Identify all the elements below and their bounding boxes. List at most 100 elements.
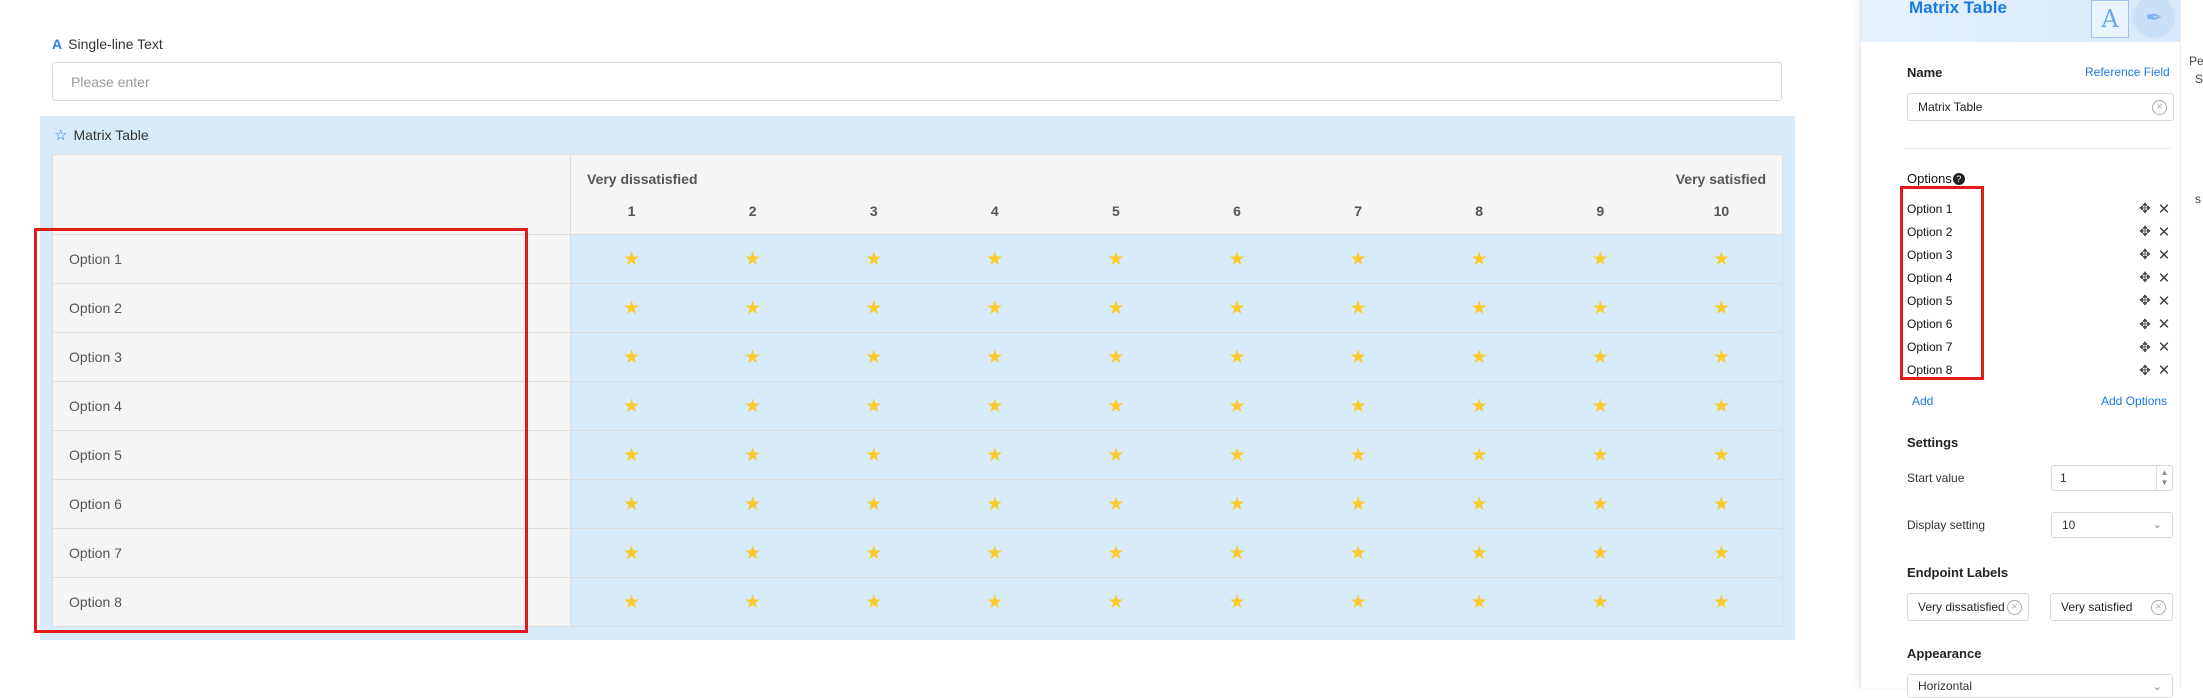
rating-star-icon[interactable]: ★ — [1419, 593, 1540, 612]
rating-star-icon[interactable]: ★ — [1055, 544, 1176, 563]
option-item[interactable]: Option 5 ✥ ✕ — [1907, 289, 2175, 312]
delete-icon[interactable]: ✕ — [2153, 200, 2175, 218]
rating-star-icon[interactable]: ★ — [1176, 544, 1297, 563]
drag-move-icon[interactable]: ✥ — [2137, 223, 2153, 240]
add-option-link[interactable]: Add — [1912, 394, 1933, 408]
rating-star-icon[interactable]: ★ — [571, 593, 692, 612]
delete-icon[interactable]: ✕ — [2153, 269, 2175, 287]
option-item[interactable]: Option 4 ✥ ✕ — [1907, 266, 2175, 289]
rating-star-icon[interactable]: ★ — [1540, 593, 1661, 612]
rating-star-icon[interactable]: ★ — [1176, 250, 1297, 269]
rating-star-icon[interactable]: ★ — [571, 299, 692, 318]
rating-star-icon[interactable]: ★ — [934, 348, 1055, 367]
single-line-text-input[interactable]: Please enter — [52, 62, 1782, 101]
delete-icon[interactable]: ✕ — [2153, 338, 2175, 356]
rating-star-icon[interactable]: ★ — [692, 593, 813, 612]
rating-star-icon[interactable]: ★ — [1419, 495, 1540, 514]
display-setting-select[interactable]: 10 ⌄ — [2051, 512, 2173, 538]
start-value-stepper[interactable]: 1 ▲ ▼ — [2051, 465, 2173, 491]
delete-icon[interactable]: ✕ — [2153, 223, 2175, 241]
endpoint-left-input[interactable]: Very dissatisfied × — [1907, 593, 2029, 621]
rating-star-icon[interactable]: ★ — [934, 250, 1055, 269]
rating-star-icon[interactable]: ★ — [813, 495, 934, 514]
rating-star-icon[interactable]: ★ — [1540, 544, 1661, 563]
rating-star-icon[interactable]: ★ — [571, 495, 692, 514]
drag-move-icon[interactable]: ✥ — [2137, 339, 2153, 356]
rating-star-icon[interactable]: ★ — [813, 250, 934, 269]
rating-star-icon[interactable]: ★ — [1419, 348, 1540, 367]
rating-star-icon[interactable]: ★ — [1540, 495, 1661, 514]
rating-star-icon[interactable]: ★ — [1176, 593, 1297, 612]
rating-star-icon[interactable]: ★ — [934, 446, 1055, 465]
rating-star-icon[interactable]: ★ — [571, 348, 692, 367]
reference-field-link[interactable]: Reference Field — [2085, 65, 2170, 79]
option-item[interactable]: Option 8 ✥ ✕ — [1907, 359, 2175, 382]
rating-star-icon[interactable]: ★ — [1176, 348, 1297, 367]
rating-star-icon[interactable]: ★ — [692, 495, 813, 514]
drag-move-icon[interactable]: ✥ — [2137, 292, 2153, 309]
rating-star-icon[interactable]: ★ — [1419, 544, 1540, 563]
rating-star-icon[interactable]: ★ — [1298, 495, 1419, 514]
rating-star-icon[interactable]: ★ — [1055, 495, 1176, 514]
rating-star-icon[interactable]: ★ — [1298, 250, 1419, 269]
option-item[interactable]: Option 2 ✥ ✕ — [1907, 220, 2175, 243]
rating-star-icon[interactable]: ★ — [692, 397, 813, 416]
delete-icon[interactable]: ✕ — [2153, 292, 2175, 310]
delete-icon[interactable]: ✕ — [2153, 315, 2175, 333]
clear-icon[interactable]: × — [2152, 100, 2167, 115]
rating-star-icon[interactable]: ★ — [1540, 299, 1661, 318]
rating-star-icon[interactable]: ★ — [1055, 397, 1176, 416]
endpoint-right-input[interactable]: Very satisfied × — [2050, 593, 2173, 621]
rating-star-icon[interactable]: ★ — [1540, 348, 1661, 367]
rating-star-icon[interactable]: ★ — [934, 299, 1055, 318]
rating-star-icon[interactable]: ★ — [1176, 495, 1297, 514]
rating-star-icon[interactable]: ★ — [692, 446, 813, 465]
rating-star-icon[interactable]: ★ — [1661, 544, 1782, 563]
rating-star-icon[interactable]: ★ — [692, 299, 813, 318]
rating-star-icon[interactable]: ★ — [934, 593, 1055, 612]
option-item[interactable]: Option 7 ✥ ✕ — [1907, 336, 2175, 359]
rating-star-icon[interactable]: ★ — [934, 495, 1055, 514]
rating-star-icon[interactable]: ★ — [1419, 299, 1540, 318]
rating-star-icon[interactable]: ★ — [1055, 348, 1176, 367]
rating-star-icon[interactable]: ★ — [1540, 446, 1661, 465]
rating-star-icon[interactable]: ★ — [1298, 397, 1419, 416]
rating-star-icon[interactable]: ★ — [1661, 495, 1782, 514]
option-item[interactable]: Option 6 ✥ ✕ — [1907, 313, 2175, 336]
drag-move-icon[interactable]: ✥ — [2137, 200, 2153, 217]
rating-star-icon[interactable]: ★ — [1661, 397, 1782, 416]
rating-star-icon[interactable]: ★ — [1055, 593, 1176, 612]
rating-star-icon[interactable]: ★ — [571, 250, 692, 269]
rating-star-icon[interactable]: ★ — [1298, 446, 1419, 465]
rating-star-icon[interactable]: ★ — [1419, 446, 1540, 465]
rating-star-icon[interactable]: ★ — [1661, 348, 1782, 367]
rating-star-icon[interactable]: ★ — [1176, 299, 1297, 318]
rating-star-icon[interactable]: ★ — [1298, 299, 1419, 318]
rating-star-icon[interactable]: ★ — [692, 544, 813, 563]
rating-star-icon[interactable]: ★ — [1298, 348, 1419, 367]
rating-star-icon[interactable]: ★ — [813, 348, 934, 367]
matrix-table-block[interactable]: ☆ Matrix Table Very dissatisfied Very sa… — [40, 116, 1795, 640]
rating-star-icon[interactable]: ★ — [1176, 446, 1297, 465]
stepper-arrows-icon[interactable]: ▲ ▼ — [2156, 466, 2172, 490]
clear-icon[interactable]: × — [2151, 600, 2166, 615]
appearance-select[interactable]: Horizontal ⌄ — [1907, 674, 2173, 698]
rating-star-icon[interactable]: ★ — [1055, 250, 1176, 269]
rating-star-icon[interactable]: ★ — [692, 348, 813, 367]
drag-move-icon[interactable]: ✥ — [2137, 316, 2153, 333]
rating-star-icon[interactable]: ★ — [1298, 593, 1419, 612]
rating-star-icon[interactable]: ★ — [934, 397, 1055, 416]
rating-star-icon[interactable]: ★ — [1540, 250, 1661, 269]
drag-move-icon[interactable]: ✥ — [2137, 269, 2153, 286]
rating-star-icon[interactable]: ★ — [813, 544, 934, 563]
rating-star-icon[interactable]: ★ — [1540, 397, 1661, 416]
option-item[interactable]: Option 3 ✥ ✕ — [1907, 243, 2175, 266]
option-item[interactable]: Option 1 ✥ ✕ — [1907, 197, 2175, 220]
rating-star-icon[interactable]: ★ — [934, 544, 1055, 563]
rating-star-icon[interactable]: ★ — [1661, 250, 1782, 269]
clear-icon[interactable]: × — [2007, 600, 2022, 615]
rating-star-icon[interactable]: ★ — [1661, 446, 1782, 465]
rating-star-icon[interactable]: ★ — [1661, 299, 1782, 318]
rating-star-icon[interactable]: ★ — [1298, 544, 1419, 563]
rating-star-icon[interactable]: ★ — [1419, 397, 1540, 416]
